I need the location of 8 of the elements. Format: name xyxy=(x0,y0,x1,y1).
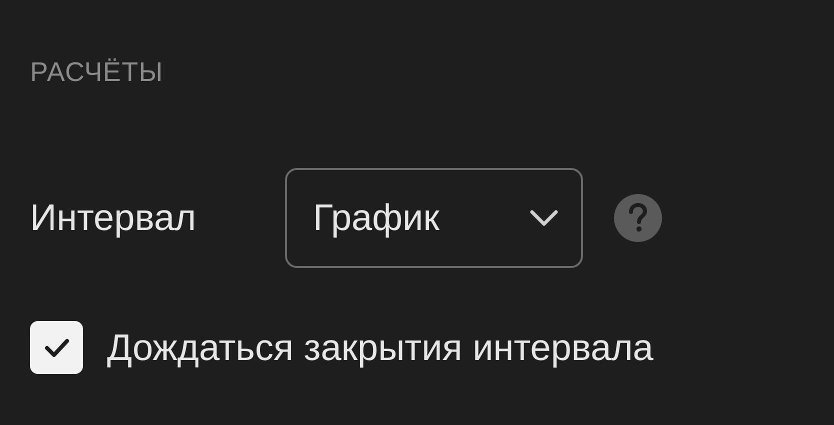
checkbox-label: Дождаться закрытия интервала xyxy=(107,326,654,370)
section-title: РАСЧЁТЫ xyxy=(30,56,164,89)
check-icon xyxy=(44,338,70,358)
interval-label: Интервал xyxy=(30,196,198,240)
checkbox[interactable] xyxy=(30,321,83,374)
chevron-icon xyxy=(529,209,559,227)
help-icon[interactable] xyxy=(614,194,662,242)
interval-select[interactable]: График xyxy=(285,168,583,268)
